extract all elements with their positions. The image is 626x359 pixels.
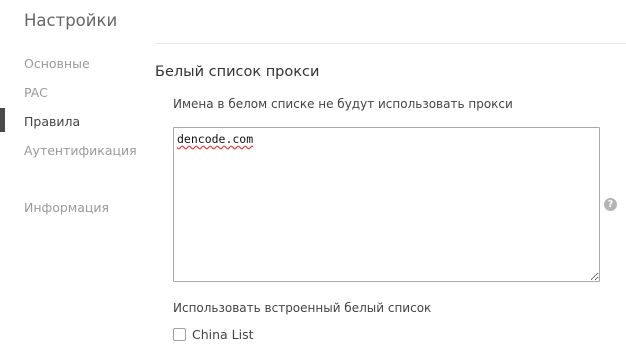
china-list-label: China List [192,326,254,342]
china-list-option[interactable]: China List [173,326,254,342]
help-icon[interactable]: ? [604,198,617,211]
page-title: Настройки [24,11,118,30]
china-list-checkbox[interactable] [173,327,186,341]
sidebar-item-info[interactable]: Информация [24,200,109,215]
sidebar-item-pac[interactable]: PAC [24,85,48,100]
whitelist-label: Имена в белом списке не будут использова… [173,97,513,111]
active-nav-indicator [0,108,5,132]
builtin-whitelist-label: Использовать встроенный белый список [173,301,432,315]
header-divider [155,43,626,44]
settings-page: Настройки Основные PAC Правила Аутентифи… [0,0,626,359]
sidebar-item-rules[interactable]: Правила [24,114,80,129]
sidebar: Настройки Основные PAC Правила Аутентифи… [0,0,150,359]
section-title: Белый список прокси [155,64,320,80]
sidebar-item-general[interactable]: Основные [24,56,90,71]
sidebar-item-authentication[interactable]: Аутентификация [24,143,137,158]
whitelist-textarea[interactable] [173,127,600,282]
